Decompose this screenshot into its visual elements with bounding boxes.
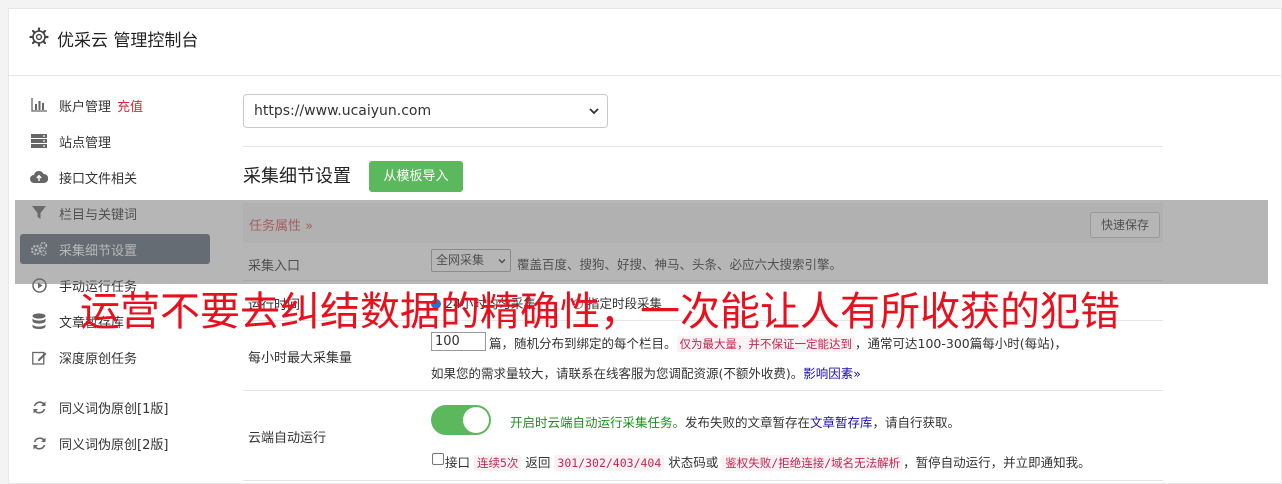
sidebar-item-label: 站点管理 [59, 135, 112, 151]
sidebar-item-sites[interactable]: 站点管理 [20, 126, 210, 156]
sidebar-item-label: 栏目与关键词 [59, 207, 138, 223]
pause-text-1: 接口 [445, 455, 471, 470]
pause-on-error-text: 接口 连续5次 返回 301/302/403/404 状态码或 鉴权失败/拒绝连… [445, 452, 1091, 471]
site-select-value: https://www.ucaiyun.com [254, 103, 432, 119]
max-per-hour-label: 每小时最大采集量 [248, 351, 353, 366]
max-per-hour-text-1: 篇，随机分布到绑定的每个栏目。 [489, 336, 677, 351]
recharge-link[interactable]: 充值 [117, 96, 143, 115]
sidebar-item-account[interactable]: 账户管理 充值 [20, 90, 210, 120]
overlay-caption: 运营不要去纠结数据的精确性，一次能让人有所收获的犯错 [80, 289, 1120, 335]
cloud-run-green-text: 开启时云端自动运行采集任务。 [510, 415, 686, 430]
bar-chart-icon [30, 96, 48, 114]
sidebar-item-columns-keywords[interactable]: 栏目与关键词 [20, 198, 210, 228]
chevron-down-icon [498, 258, 506, 264]
max-note-code: 仅为最大量，并不保证一定能达到 [676, 336, 856, 352]
max-per-hour-line2-text: 如果您的需求量较大，请联系在线客服为您调配资源(不额外收费)。 [431, 366, 804, 381]
cloud-run-text-1: 发布失败的文章暂存在 [685, 415, 811, 430]
pause-text-4: ，暂停自动运行，并立即通知我。 [903, 455, 1091, 470]
entry-select[interactable]: 全网采集 [431, 249, 511, 272]
import-template-button[interactable]: 从模板导入 [369, 161, 463, 192]
play-circle-icon [30, 276, 48, 294]
sidebar-item-synonym-v1[interactable]: 同义词伪原创[1版] [20, 392, 210, 422]
max-per-hour-text-2: ，通常可达100-300篇每小时(每站)， [855, 336, 1067, 351]
cloud-run-text-2: ，请自行获取。 [872, 415, 961, 430]
sidebar-item-label: 采集细节设置 [59, 243, 138, 259]
article-store-link[interactable]: 文章暂存库 [810, 415, 873, 430]
sidebar-item-label: 同义词伪原创[1版] [59, 401, 169, 417]
tab-task-properties[interactable]: 任务属性 » [249, 215, 313, 234]
cloud-upload-icon [30, 168, 48, 186]
toggle-knob [463, 407, 489, 433]
task-properties-bar: 任务属性 » 快速保存 [243, 203, 1163, 243]
page-title: 优采云 管理控制台 [57, 31, 199, 51]
sidebar-item-label: 接口文件相关 [59, 171, 138, 187]
divider [243, 146, 1163, 147]
pause-text-2: 返回 [525, 455, 551, 470]
edit-icon [30, 348, 48, 366]
refresh-icon [30, 434, 48, 452]
entry-label: 采集入口 [248, 259, 301, 274]
server-icon [30, 132, 48, 150]
filter-icon [30, 204, 48, 222]
sidebar-item-interface[interactable]: 接口文件相关 [20, 162, 210, 192]
sidebar: 账户管理 充值 站点管理 接口文件相关 栏目与关键词 采集细节设置 手动运行任务 [20, 90, 210, 464]
chevron-down-icon [589, 108, 599, 115]
sidebar-item-synonym-v2[interactable]: 同义词伪原创[2版] [20, 428, 210, 458]
pause-code-3: 鉴权失败/拒绝连接/域名无法解析 [722, 455, 904, 471]
sidebar-item-label: 深度原创任务 [59, 351, 138, 367]
cloud-run-desc: 开启时云端自动运行采集任务。发布失败的文章暂存在文章暂存库，请自行获取。 [510, 412, 960, 431]
max-per-hour-line2: 如果您的需求量较大，请联系在线客服为您调配资源(不额外收费)。影响因素» [431, 363, 861, 382]
impact-factors-link[interactable]: 影响因素» [803, 366, 861, 381]
pause-on-error-checkbox[interactable] [432, 453, 444, 465]
refresh-icon [30, 398, 48, 416]
entry-select-value: 全网采集 [436, 253, 485, 267]
pause-code-1: 连续5次 [474, 455, 522, 471]
cloud-run-label: 云端自动运行 [248, 431, 327, 446]
database-icon [30, 312, 48, 330]
sidebar-item-label: 同义词伪原创[2版] [59, 437, 169, 453]
pause-code-2: 301/302/403/404 [554, 455, 665, 471]
section-title: 采集细节设置 [243, 166, 351, 187]
site-select[interactable]: https://www.ucaiyun.com [243, 94, 608, 128]
divider [243, 390, 1163, 391]
entry-description: 覆盖百度、搜狗、好搜、神马、头条、必应六大搜索引擎。 [517, 257, 843, 272]
quick-save-button[interactable]: 快速保存 [1090, 212, 1160, 238]
gear-icon [29, 27, 49, 47]
sidebar-item-deep-original[interactable]: 深度原创任务 [20, 342, 210, 372]
divider [243, 480, 1163, 481]
page-header: 优采云 管理控制台 [9, 9, 1281, 76]
pause-text-3: 状态码或 [668, 455, 719, 470]
sidebar-item-label: 账户管理 [59, 99, 112, 115]
sidebar-item-collect-settings[interactable]: 采集细节设置 [20, 234, 210, 264]
cloud-run-toggle[interactable] [431, 405, 491, 435]
gears-icon [30, 240, 48, 258]
